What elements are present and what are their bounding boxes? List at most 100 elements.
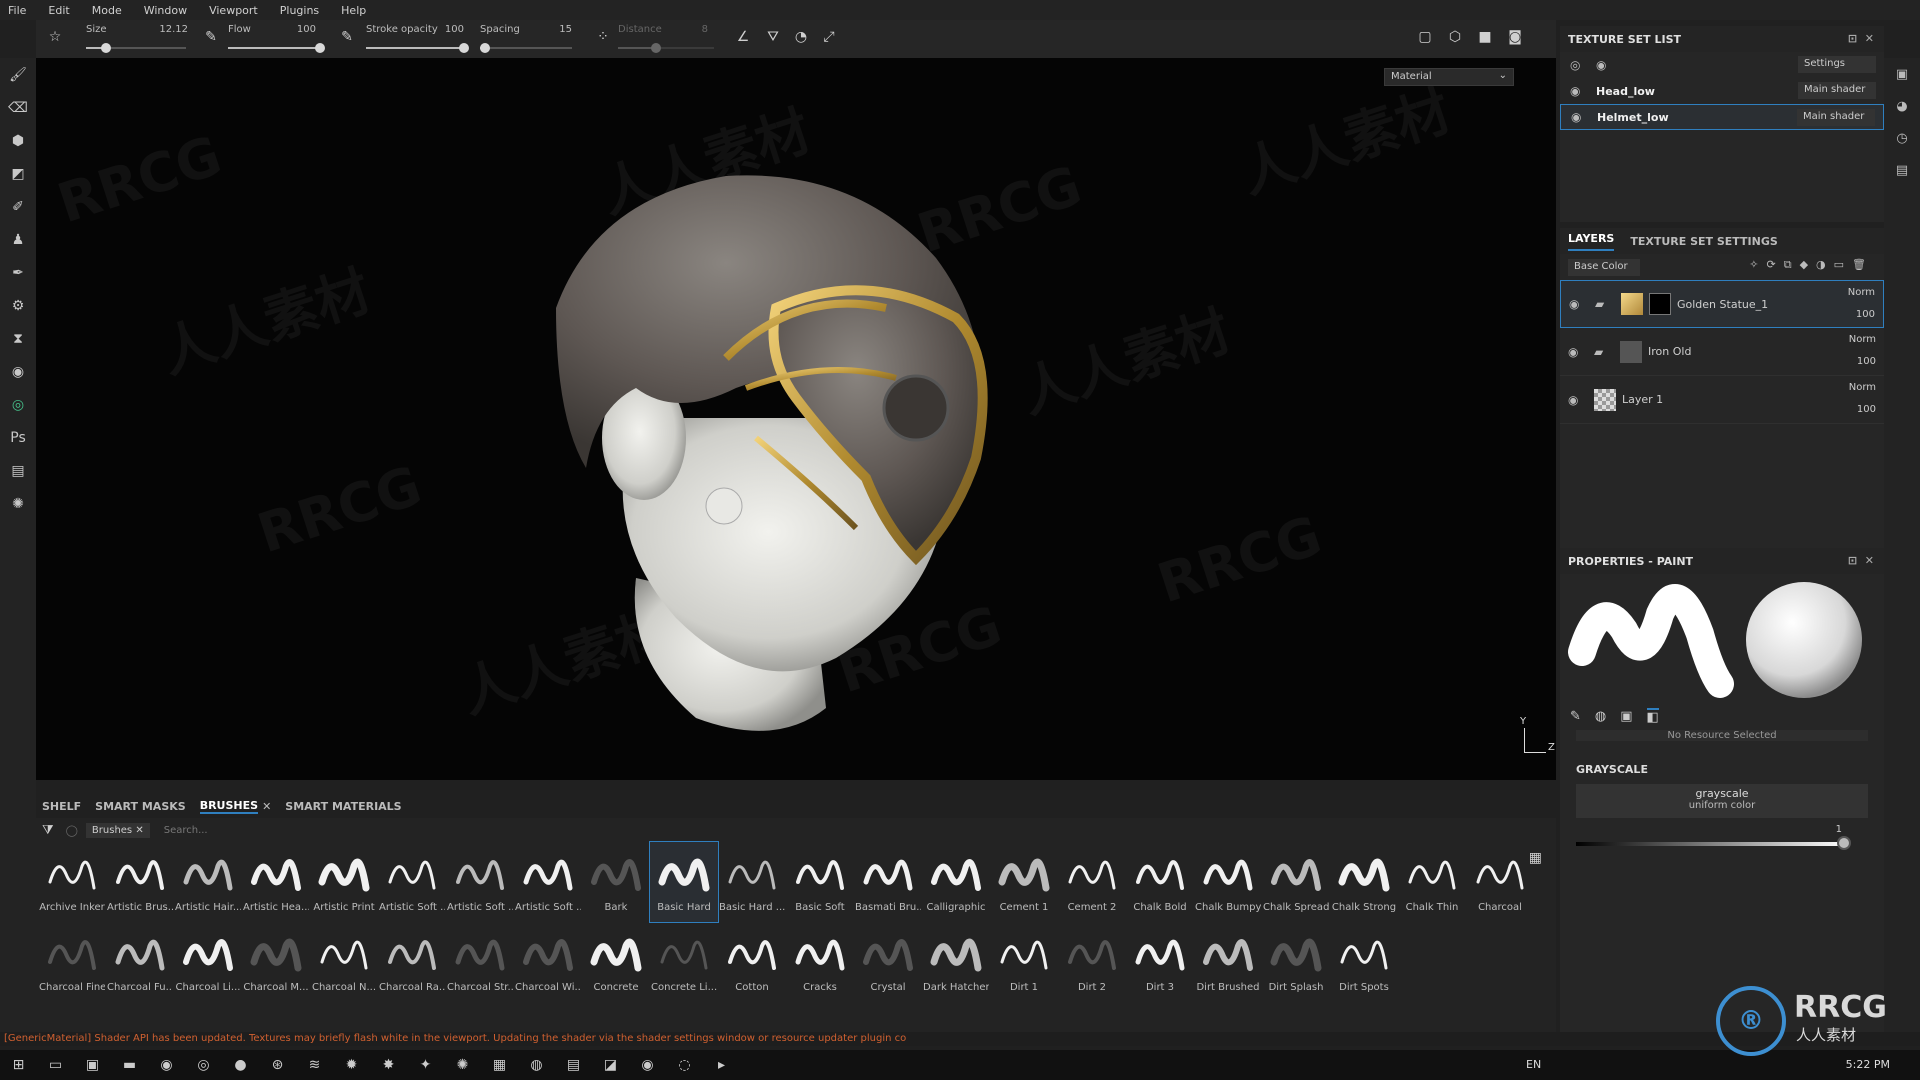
brush-item[interactable]: Cement 2	[1058, 842, 1126, 922]
log-icon[interactable]: ▤	[0, 454, 36, 487]
app-icon[interactable]: ▦	[481, 1050, 518, 1080]
layer-row[interactable]: ◉ Layer 1 Norm 100	[1560, 376, 1884, 424]
brush-item[interactable]: Basic Soft	[786, 842, 854, 922]
brush-item[interactable]: Basic Hard	[649, 841, 719, 923]
app-icon[interactable]: ▸	[703, 1050, 740, 1080]
brush-item[interactable]: Crystal	[854, 922, 922, 1002]
brush-item[interactable]: Cracks	[786, 922, 854, 1002]
display-settings-icon[interactable]: ◉	[0, 355, 36, 388]
distance-slider[interactable]	[618, 43, 714, 53]
stroke-opacity-slider[interactable]	[366, 43, 469, 53]
brush-settings-icon[interactable]: ☆	[46, 29, 64, 47]
app-icon[interactable]: ⊛	[259, 1050, 296, 1080]
tab-smart-materials[interactable]: SMART MATERIALS	[285, 800, 401, 813]
brush-item[interactable]: Dirt 3	[1126, 922, 1194, 1002]
app-icon[interactable]: ≋	[296, 1050, 333, 1080]
shader-dropdown[interactable]: Main shader	[1797, 109, 1875, 126]
smudge-icon[interactable]: ✐	[0, 190, 36, 223]
projection-icon[interactable]: ⬢	[0, 124, 36, 157]
eye-icon[interactable]: ◉	[1596, 58, 1612, 72]
layer-opacity[interactable]: 100	[1856, 309, 1875, 320]
app-icon[interactable]: ✸	[370, 1050, 407, 1080]
mask-thumbnail[interactable]	[1649, 293, 1671, 315]
photoshop-icon[interactable]: Ps	[0, 421, 36, 454]
brush-item[interactable]: Charcoal Wi...	[514, 922, 582, 1002]
menu-edit[interactable]: Edit	[48, 4, 69, 17]
brush-item[interactable]: Cement 1	[990, 842, 1058, 922]
refresh-icon[interactable]: ◯	[66, 824, 78, 837]
menu-plugins[interactable]: Plugins	[280, 4, 319, 17]
polygon-fill-icon[interactable]: ◩	[0, 157, 36, 190]
app-icon[interactable]: ●	[222, 1050, 259, 1080]
brush-item[interactable]: Cotton	[718, 922, 786, 1002]
filter-icon[interactable]: ⧩	[42, 823, 54, 838]
layer-opacity[interactable]: 100	[1857, 356, 1876, 367]
camera-icon[interactable]: ■	[1476, 29, 1494, 47]
grayscale-value[interactable]: 1	[1836, 824, 1842, 835]
close-icon[interactable]: ✕	[262, 800, 271, 813]
angle-icon[interactable]: ∠	[734, 29, 752, 47]
texture-set-icon[interactable]: ▣	[1884, 58, 1920, 90]
slider-knob[interactable]	[1837, 836, 1851, 850]
stencil-icon[interactable]: ▣	[1620, 709, 1632, 724]
menu-mode[interactable]: Mode	[92, 4, 122, 17]
log-icon[interactable]: ▤	[1884, 154, 1920, 186]
spacing-value[interactable]: 15	[542, 24, 572, 35]
brush-item[interactable]: Chalk Bold	[1126, 842, 1194, 922]
language-indicator[interactable]: EN	[1526, 1058, 1541, 1071]
eye-icon[interactable]: ◉	[1571, 110, 1587, 124]
channel-dropdown[interactable]: Base Color	[1568, 258, 1640, 276]
flow-value[interactable]: 100	[286, 24, 316, 35]
brush-item[interactable]: Dirt Spots	[1330, 922, 1398, 1002]
texture-set-item[interactable]: ◉ Head_low Main shader	[1560, 78, 1884, 104]
eye-icon[interactable]: ◉	[1570, 84, 1586, 98]
brush-item[interactable]: Artistic Soft ...	[514, 842, 582, 922]
clock[interactable]: 5:22 PM	[1846, 1058, 1890, 1071]
transform-icon[interactable]: ⤢	[820, 29, 838, 47]
settings-dropdown[interactable]: Settings	[1798, 56, 1876, 73]
brush-item[interactable]: Artistic Hair...	[174, 842, 242, 922]
search-input[interactable]: Search...	[164, 825, 208, 836]
eraser-icon[interactable]: ⌫	[0, 91, 36, 124]
layer-opacity[interactable]: 100	[1857, 404, 1876, 415]
windows-start-icon[interactable]: ⊞	[0, 1050, 37, 1080]
export-icon[interactable]: ⧗	[0, 322, 36, 355]
visibility-icon[interactable]: ◎	[1570, 58, 1586, 72]
tab-texture-set-settings[interactable]: TEXTURE SET SETTINGS	[1630, 235, 1777, 248]
app-icon[interactable]: ✺	[444, 1050, 481, 1080]
menu-viewport[interactable]: Viewport	[209, 4, 258, 17]
size-slider[interactable]	[86, 43, 186, 53]
layer-action-icons[interactable]: ✧⟳⧉◆◑▭🗑	[1749, 258, 1874, 272]
3d-viewport[interactable]: RRCG 人人素材 人人素材 RRCG RRCG 人人素材 人人素材 RRCG …	[36, 58, 1556, 780]
brush-item[interactable]: Archive Inker	[38, 842, 106, 922]
screenshot-icon[interactable]: ◙	[1506, 29, 1524, 47]
blend-mode[interactable]: Norm	[1849, 334, 1876, 345]
lazy-mouse-icon[interactable]: ⁘	[594, 29, 612, 47]
texture-set-item[interactable]: ◉ Helmet_low Main shader	[1560, 104, 1884, 130]
brush-item[interactable]: Dirt Brushed	[1194, 922, 1262, 1002]
brush-item[interactable]: Basmati Bru...	[854, 842, 922, 922]
distance-value[interactable]: 8	[678, 24, 708, 35]
grayscale-mode-button[interactable]: grayscale uniform color	[1576, 784, 1868, 818]
app-icon[interactable]: ✹	[333, 1050, 370, 1080]
layer-row[interactable]: ◉ ▰ Golden Statue_1 Norm 100	[1560, 280, 1884, 328]
brush-item[interactable]: Artistic Soft ...	[446, 842, 514, 922]
brush-item[interactable]: Dirt 2	[1058, 922, 1126, 1002]
brush-item[interactable]: Charcoal N...	[310, 922, 378, 1002]
panel-window-buttons[interactable]: ⊡ ✕	[1848, 32, 1874, 45]
brush-mode-icon[interactable]: ◔	[792, 29, 810, 47]
brush-item[interactable]: Dirt Splash	[1262, 922, 1330, 1002]
app-icon[interactable]: ◍	[518, 1050, 555, 1080]
menu-window[interactable]: Window	[144, 4, 187, 17]
eye-icon[interactable]: ◉	[1568, 393, 1584, 407]
grayscale-slider[interactable]	[1576, 842, 1844, 846]
2d-view-icon[interactable]: ▢	[1416, 29, 1434, 47]
app-icon[interactable]: ▣	[74, 1050, 111, 1080]
grid-view-icon[interactable]: ▦	[1529, 850, 1542, 866]
chrome-icon[interactable]: ◉	[148, 1050, 185, 1080]
brush-item[interactable]: Chalk Spread	[1262, 842, 1330, 922]
task-view-icon[interactable]: ▭	[37, 1050, 74, 1080]
eye-icon[interactable]: ◉	[1568, 345, 1584, 359]
brush-item[interactable]: Charcoal Str...	[446, 922, 514, 1002]
app-icon[interactable]: ◌	[666, 1050, 703, 1080]
